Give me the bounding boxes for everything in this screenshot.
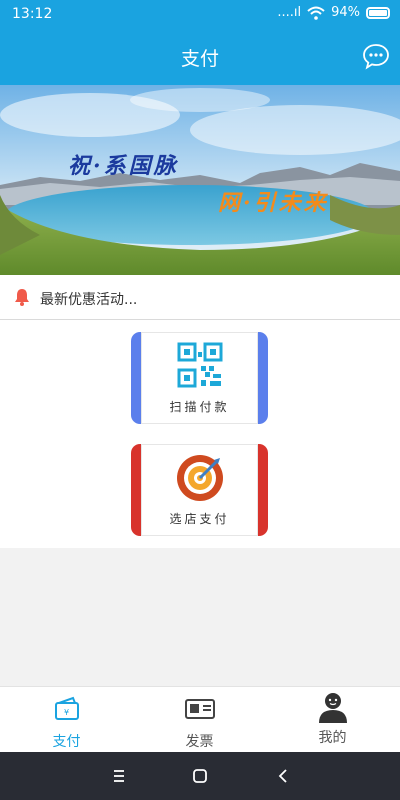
bell-icon	[15, 289, 29, 306]
page-title: 支付	[180, 48, 219, 70]
svg-text:¥: ¥	[64, 708, 69, 717]
back-icon[interactable]	[272, 765, 296, 787]
battery-percent: 94%	[331, 5, 360, 20]
store-pay-button[interactable]: 选店支付	[131, 444, 268, 536]
wifi-icon	[307, 6, 325, 20]
tab-invoice[interactable]: 发票	[133, 687, 266, 753]
invoice-icon	[184, 699, 215, 719]
notice-text: 最新优惠活动...	[40, 292, 138, 308]
battery-icon	[366, 6, 390, 19]
promo-banner[interactable]: 祝·系国脉 网·引未来	[0, 85, 400, 275]
qr-code-icon	[177, 342, 222, 388]
app-header: 支付	[0, 28, 400, 85]
signal-icon: ....ıl	[277, 5, 302, 20]
banner-caption-left: 祝·系国脉	[68, 153, 179, 179]
tab-invoice-label: 发票	[185, 734, 214, 750]
store-pay-label: 选店支付	[169, 512, 230, 526]
user-icon	[318, 693, 347, 723]
status-bar: 13:12 ....ıl 94%	[0, 0, 400, 28]
tab-pay-label: 支付	[52, 734, 81, 750]
banner-caption-right: 网·引未来	[218, 190, 329, 216]
wallet-icon: ¥	[54, 696, 79, 720]
bottom-tab-bar: ¥ 支付 发票 我的	[0, 686, 400, 752]
target-icon	[176, 455, 223, 501]
status-time: 13:12	[12, 6, 53, 22]
system-nav-bar	[0, 752, 400, 800]
chat-bubble-icon[interactable]	[362, 42, 390, 70]
home-icon[interactable]	[188, 765, 212, 787]
scan-pay-label: 扫描付款	[169, 400, 230, 414]
tab-mine-label: 我的	[318, 730, 347, 746]
scan-pay-button[interactable]: 扫描付款	[131, 332, 268, 424]
menu-icon[interactable]	[107, 765, 131, 787]
lake-landscape-image	[0, 85, 400, 275]
promotion-notice[interactable]: 最新优惠活动...	[0, 275, 400, 320]
tab-pay[interactable]: ¥ 支付	[0, 687, 133, 753]
status-indicators: ....ıl 94%	[277, 5, 390, 20]
tab-mine[interactable]: 我的	[266, 687, 399, 753]
payment-actions: 扫描付款 选店支付	[0, 320, 400, 548]
